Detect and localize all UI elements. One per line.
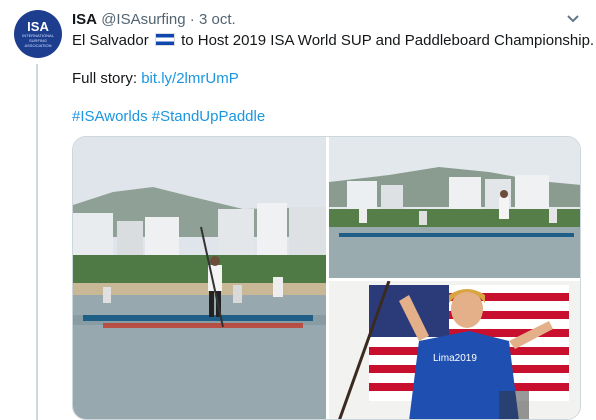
chevron-down-icon[interactable] [566, 14, 580, 24]
author-handle[interactable]: @ISAsurfing [101, 11, 185, 28]
hashtag-isaworlds[interactable]: #ISAworlds [72, 108, 148, 125]
photo-sup-race-1[interactable] [73, 137, 326, 419]
media-grid: Lima2019 [72, 136, 581, 420]
avatar[interactable]: ISA INTERNATIONAL SURFING ASSOCIATION [14, 10, 62, 58]
shirt-text: Lima2019 [433, 353, 477, 364]
el-salvador-flag-icon [154, 33, 175, 46]
avatar-logo-text: ISA [27, 19, 49, 34]
hashtag-standuppaddle[interactable]: #StandUpPaddle [152, 108, 265, 125]
tweet-text-headline: to Host 2019 ISA World SUP and Paddleboa… [181, 32, 595, 49]
header-separator: · [189, 11, 195, 28]
tweet-text-story: Full story: bit.ly/2lmrUmP [72, 70, 239, 87]
photo-sup-race-2[interactable] [329, 137, 580, 278]
tweet-time[interactable]: 3 oct. [199, 11, 236, 28]
photo-athlete-with-flag[interactable]: Lima2019 [329, 281, 580, 419]
tweet-text-location: El Salvador [72, 32, 149, 49]
story-link[interactable]: bit.ly/2lmrUmP [141, 70, 239, 87]
thread-line [36, 64, 38, 420]
story-label: Full story: [72, 70, 138, 87]
avatar-logo-subtext: INTERNATIONAL SURFING ASSOCIATION [22, 33, 54, 48]
tweet-hashtags: #ISAworlds #StandUpPaddle [72, 108, 265, 125]
tweet[interactable]: ISA INTERNATIONAL SURFING ASSOCIATION IS… [0, 0, 596, 420]
tweet-text-line-1: El Salvador to Host 2019 ISA World SUP a… [72, 32, 594, 49]
tweet-header: ISA @ISAsurfing · 3 oct. [72, 11, 236, 28]
author-name[interactable]: ISA [72, 11, 97, 28]
